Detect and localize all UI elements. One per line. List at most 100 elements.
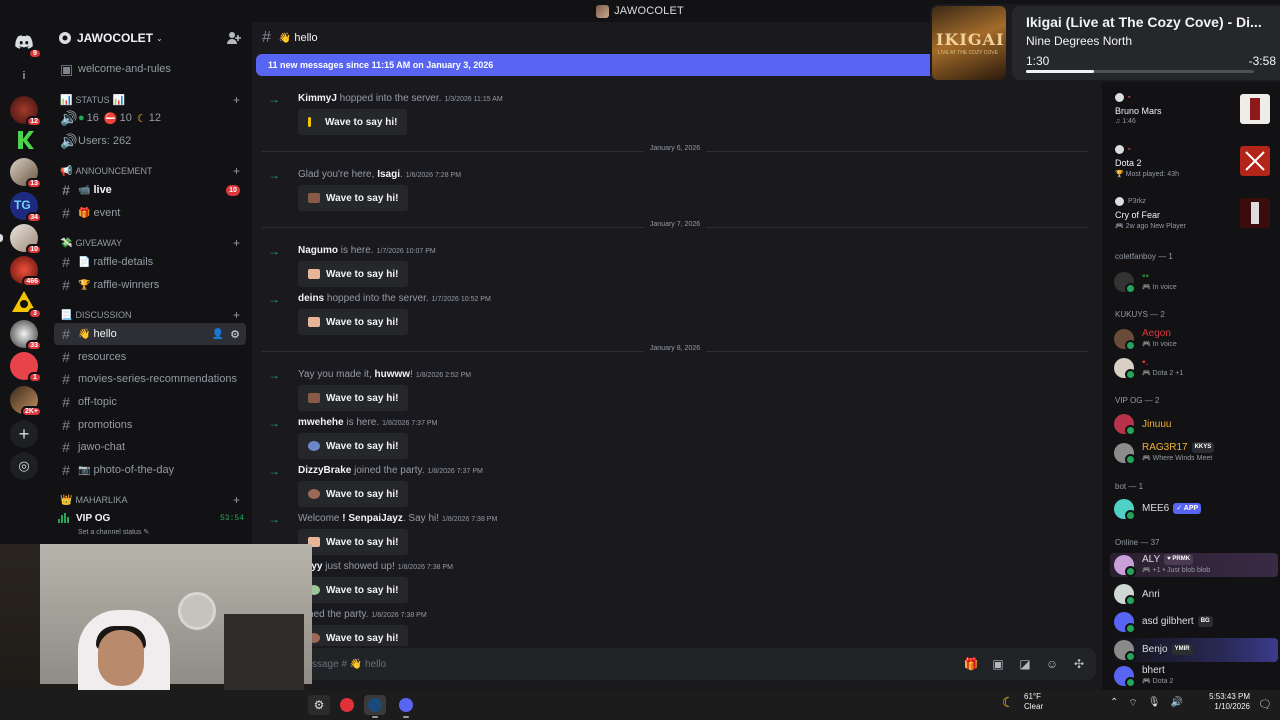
category-status[interactable]: 📊 STATUS 📊 + (54, 92, 246, 108)
timestamp: 1/6/2026 7:28 PM (405, 172, 462, 179)
server-icon[interactable]: 33 (10, 320, 42, 351)
channel-raffle-details[interactable]: # 📄 raffle-details (54, 251, 246, 273)
member-row[interactable]: bhert 🎮 Dota 2 (1110, 664, 1278, 688)
channel-raffle-winners[interactable]: # 🏆 raffle-winners (54, 274, 246, 296)
wave-button[interactable]: Wave to say hi! (298, 433, 409, 459)
wave-button[interactable]: Wave to say hi! (298, 185, 409, 211)
guild-header[interactable]: JAWOCOLET ⌄ (48, 22, 252, 54)
member-row[interactable]: Benjo YMIR (1110, 638, 1278, 662)
add-channel-icon[interactable]: + (233, 93, 240, 107)
member-row[interactable]: RAG3R17 KKYS 🎮 Where Winds Meet (1110, 441, 1278, 465)
network-icon[interactable]: ⌔ (1128, 697, 1137, 710)
member-row[interactable]: ▪. 🎮 Dota 2 +1 (1110, 356, 1278, 380)
clock[interactable]: 5:53:43 PM 1/10/2026 (1200, 692, 1250, 712)
member-row[interactable]: ALY ♥ PRMK 🎮 +1 • Just blob blob (1110, 553, 1278, 577)
category-maharlika[interactable]: 👑 MAHARLIKA + (54, 492, 246, 508)
activity-card[interactable]: P3rkz Cry of Fear 🎮 2w ago New Player (1110, 192, 1276, 236)
member-row[interactable]: Anri (1110, 582, 1278, 606)
info-icon[interactable]: i (10, 62, 38, 90)
taskbar-steam-icon[interactable] (364, 695, 386, 718)
category-giveaway[interactable]: 💸 GIVEAWAY + (54, 235, 246, 251)
mic-icon[interactable]: 🎙 (1148, 697, 1161, 710)
username[interactable]: ! SenpaiJayz (342, 513, 403, 524)
server-icon[interactable]: 12 (10, 96, 42, 127)
server-icon[interactable]: 10 (10, 224, 42, 255)
wave-button[interactable]: Wave to say hi! (298, 625, 409, 646)
channel-movies[interactable]: # movies-series-recommendations (54, 368, 246, 390)
username[interactable]: Nagumo (298, 245, 338, 256)
channel-status-counts[interactable]: 🔊 ● 16 ⛔ 10 ☾ 12 (54, 107, 246, 129)
gif-icon[interactable]: ▣ (991, 657, 1005, 671)
member-name: MEE6 (1142, 503, 1170, 515)
now-playing-widget[interactable]: IKIGAI LIVE AT THE COZY COVE Ikigai (Liv… (930, 4, 1280, 82)
activity-card[interactable]: ▪ Bruno Mars ♫ 1:46 (1110, 88, 1276, 132)
member-row[interactable]: ▪▪ 🎮 In voice (1110, 270, 1278, 294)
channel-event[interactable]: # 🎁 event (54, 202, 246, 224)
channel-status-hint[interactable]: Set a channel status ✎ (78, 528, 149, 536)
server-icon[interactable]: 2K+ (10, 386, 42, 417)
channel-resources[interactable]: # resources (54, 346, 246, 368)
wave-button[interactable]: Wave to say hi! (298, 261, 409, 287)
channel-hello[interactable]: # 👋 hello 👤 ⚙ (54, 323, 246, 345)
add-server-icon[interactable]: + (10, 420, 38, 448)
invite-icon[interactable]: 👤 (212, 329, 224, 340)
taskbar-discord-icon[interactable] (395, 695, 417, 718)
username[interactable]: Isagi (377, 169, 400, 180)
add-channel-icon[interactable]: + (233, 236, 240, 250)
category-discussion[interactable]: 📃 DISCUSSION + (54, 307, 246, 323)
activity-card[interactable]: ▪ Dota 2 🏆 Most played: 43h (1110, 140, 1276, 184)
add-channel-icon[interactable]: + (233, 164, 240, 178)
add-channel-icon[interactable]: + (233, 493, 240, 507)
volume-icon[interactable]: 🔊 (1171, 697, 1183, 710)
channel-jawo-chat[interactable]: # jawo-chat (54, 436, 246, 458)
server-icon[interactable]: 13 (10, 158, 42, 189)
member-row[interactable]: asd gilbhert BG (1110, 610, 1278, 634)
wave-button[interactable]: Wave to say hi! (298, 385, 409, 411)
channel-live[interactable]: # 📹 live 10 (54, 179, 246, 201)
message-input[interactable]: ssage # 👋 hello 🎁 ▣ ◪ ☺ ✣ (260, 648, 1096, 680)
notification-icon[interactable]: 🗨 (1258, 698, 1272, 711)
channel-users[interactable]: 🔊 Users: 262 (54, 130, 246, 152)
channel-off-topic[interactable]: # off-topic (54, 391, 246, 413)
member-group-header: KUKUYS — 2 (1115, 310, 1165, 319)
server-icon[interactable]: 466 (10, 256, 42, 287)
wave-button[interactable]: Wave to say hi! (298, 577, 409, 603)
server-icon[interactable]: TG 34 (10, 192, 42, 223)
server-icon[interactable]: 3 (10, 288, 42, 319)
username[interactable]: huwww (375, 369, 411, 380)
discover-icon[interactable]: ◎ (10, 452, 38, 480)
wave-button[interactable]: Wave to say hi! (298, 309, 409, 335)
server-icon[interactable]: 1 (10, 352, 42, 383)
wave-button[interactable]: Wave to say hi! (298, 109, 408, 135)
username[interactable]: DizzyBrake (298, 465, 351, 476)
voice-channel-vip-og[interactable]: VIP OG 53:54 (58, 510, 244, 526)
channel-promotions[interactable]: # promotions (54, 414, 246, 436)
username[interactable]: mwehehe (298, 417, 344, 428)
taskbar-app-icon[interactable]: ⚙ (308, 695, 330, 715)
member-row[interactable]: Aegon 🎮 In voice (1110, 327, 1278, 351)
member-row[interactable]: MEE6 ✓ APP (1110, 497, 1278, 521)
chevron-up-icon[interactable]: ⌃ (1110, 697, 1118, 710)
system-message: → deins hopped into the server. 1/7/2026 … (268, 290, 1068, 338)
track-progress-bar[interactable] (1026, 70, 1254, 73)
weather-widget[interactable]: ☾ 61°F Clear (1002, 692, 1043, 712)
discord-home-icon[interactable]: 9 (10, 28, 42, 59)
member-row[interactable]: Jinuuu (1110, 412, 1278, 436)
channel-photo-of-the-day[interactable]: # 📷 photo-of-the-day (54, 459, 246, 481)
wave-button[interactable]: Wave to say hi! (298, 529, 409, 555)
username[interactable]: KimmyJ (298, 93, 337, 104)
emoji-icon[interactable]: ☺ (1045, 657, 1059, 671)
wave-button[interactable]: Wave to say hi! (298, 481, 409, 507)
category-announcement[interactable]: 📢 ANNOUNCEMENT + (54, 163, 246, 179)
add-channel-icon[interactable]: + (233, 308, 240, 322)
taskbar-media-icon[interactable] (336, 695, 358, 715)
channel-welcome-and-rules[interactable]: ▣ welcome-and-rules (54, 58, 246, 80)
username[interactable]: deins (298, 293, 324, 304)
sticker-icon[interactable]: ◪ (1018, 657, 1032, 671)
server-icon[interactable] (10, 126, 38, 154)
apps-icon[interactable]: ✣ (1072, 657, 1086, 671)
settings-gear-icon[interactable]: ⚙ (230, 328, 240, 341)
invite-people-icon[interactable] (226, 30, 242, 46)
gift-icon[interactable]: 🎁 (964, 657, 979, 671)
new-messages-bar[interactable]: 11 new messages since 11:15 AM on Januar… (256, 54, 932, 76)
